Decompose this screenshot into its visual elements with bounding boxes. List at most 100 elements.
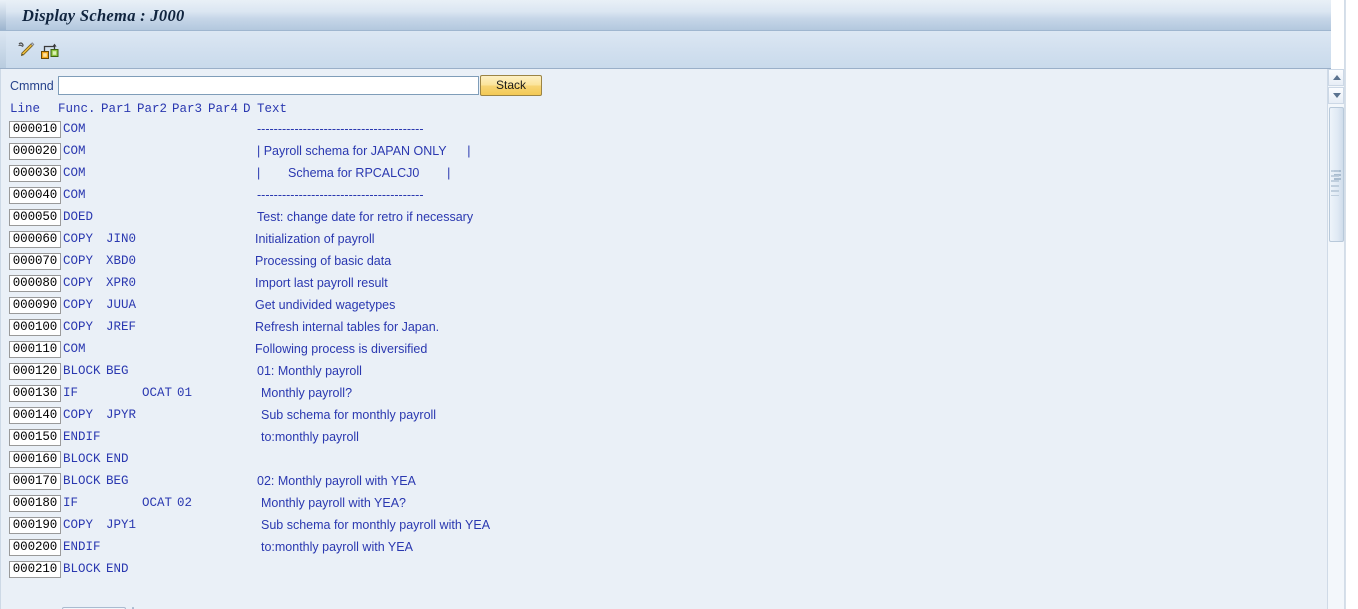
cell-text[interactable]: Sub schema for monthly payroll with YEA bbox=[261, 518, 490, 532]
line-number-cell[interactable]: 000110 bbox=[9, 341, 61, 358]
line-number-cell[interactable]: 000020 bbox=[9, 143, 61, 160]
table-row[interactable]: 000110 COM Following process is diversifie… bbox=[1, 339, 1321, 361]
table-row[interactable]: 000180 IF OCAT 02 Monthly payroll with YEA? bbox=[1, 493, 1321, 515]
cell-text[interactable]: Sub schema for monthly payroll bbox=[261, 408, 436, 422]
cell-text[interactable]: Following process is diversified bbox=[255, 342, 427, 356]
cell-func[interactable]: ENDIF bbox=[63, 540, 101, 554]
scroll-up-arrow-icon[interactable] bbox=[1328, 69, 1344, 86]
cell-par1[interactable]: JPYR bbox=[106, 408, 136, 422]
cell-par1[interactable]: XBD0 bbox=[106, 254, 136, 268]
line-number-cell[interactable]: 000030 bbox=[9, 165, 61, 182]
schema-structure-icon[interactable] bbox=[39, 39, 61, 61]
cell-text[interactable]: | Payroll schema for JAPAN ONLY | bbox=[257, 144, 471, 158]
cell-func[interactable]: COPY bbox=[63, 232, 93, 246]
cell-text[interactable]: to:monthly payroll with YEA bbox=[261, 540, 413, 554]
line-number-cell[interactable]: 000180 bbox=[9, 495, 61, 512]
line-number-cell[interactable]: 000170 bbox=[9, 473, 61, 490]
cell-par1[interactable]: JPY1 bbox=[106, 518, 136, 532]
cell-par1[interactable]: END bbox=[106, 562, 129, 576]
cell-func[interactable]: COM bbox=[63, 144, 86, 158]
cell-par3[interactable]: 02 bbox=[177, 496, 192, 510]
table-row[interactable]: 000130 IF OCAT 01 Monthly payroll? bbox=[1, 383, 1321, 405]
line-number-cell[interactable]: 000060 bbox=[9, 231, 61, 248]
cell-func[interactable]: COM bbox=[63, 122, 86, 136]
cell-text[interactable]: Processing of basic data bbox=[255, 254, 391, 268]
table-row[interactable]: 000200 ENDIF to:monthly payroll with YEA bbox=[1, 537, 1321, 559]
table-row[interactable]: 000030 COM | Schema for RPCALCJ0 | bbox=[1, 163, 1321, 185]
cell-text[interactable]: Monthly payroll? bbox=[261, 386, 352, 400]
cell-func[interactable]: COPY bbox=[63, 518, 93, 532]
cell-func[interactable]: COPY bbox=[63, 254, 93, 268]
cell-text[interactable]: Monthly payroll with YEA? bbox=[261, 496, 406, 510]
scroll-down-arrow-icon[interactable] bbox=[1328, 87, 1344, 104]
cell-par1[interactable]: JREF bbox=[106, 320, 136, 334]
vertical-scrollbar[interactable] bbox=[1327, 69, 1344, 609]
table-row[interactable]: 000160 BLOCK END bbox=[1, 449, 1321, 471]
cell-func[interactable]: BLOCK bbox=[63, 562, 101, 576]
cell-text[interactable]: to:monthly payroll bbox=[261, 430, 359, 444]
cell-text[interactable]: Get undivided wagetypes bbox=[255, 298, 395, 312]
cell-par1[interactable]: JIN0 bbox=[106, 232, 136, 246]
table-row[interactable]: 000210 BLOCK END bbox=[1, 559, 1321, 581]
cell-func[interactable]: BLOCK bbox=[63, 364, 101, 378]
stack-button[interactable]: Stack bbox=[480, 75, 542, 96]
cell-text[interactable]: Import last payroll result bbox=[255, 276, 388, 290]
line-number-cell[interactable]: 000200 bbox=[9, 539, 61, 556]
cell-func[interactable]: DOED bbox=[63, 210, 93, 224]
cell-func[interactable]: IF bbox=[63, 386, 78, 400]
cell-text[interactable]: ---------------------------------------- bbox=[257, 122, 424, 136]
line-number-cell[interactable]: 000050 bbox=[9, 209, 61, 226]
table-row[interactable]: 000080 COPY XPR0 Import last payroll result bbox=[1, 273, 1321, 295]
cell-text[interactable]: | Schema for RPCALCJ0 | bbox=[257, 166, 450, 180]
table-row[interactable]: 000020 COM | Payroll schema for JAPAN ONLY… bbox=[1, 141, 1321, 163]
cell-text[interactable]: Refresh internal tables for Japan. bbox=[255, 320, 439, 334]
cell-text[interactable]: Test: change date for retro if necessary bbox=[257, 210, 473, 224]
table-row[interactable]: 000100 COPY JREF Refresh internal tables fo… bbox=[1, 317, 1321, 339]
table-row[interactable]: 000060 COPY JIN0 Initialization of payroll bbox=[1, 229, 1321, 251]
table-row[interactable]: 000120 BLOCK BEG 01: Monthly payroll bbox=[1, 361, 1321, 383]
splitter-grip-icon[interactable] bbox=[1331, 170, 1339, 196]
cell-par1[interactable]: BEG bbox=[106, 474, 129, 488]
cell-func[interactable]: COM bbox=[63, 188, 86, 202]
table-row[interactable]: 000050 DOED Test: change date for retro if… bbox=[1, 207, 1321, 229]
cell-func[interactable]: BLOCK bbox=[63, 474, 101, 488]
cell-func[interactable]: COPY bbox=[63, 276, 93, 290]
cell-par1[interactable]: BEG bbox=[106, 364, 129, 378]
line-number-cell[interactable]: 000010 bbox=[9, 121, 61, 138]
cell-func[interactable]: BLOCK bbox=[63, 452, 101, 466]
cell-par3[interactable]: 01 bbox=[177, 386, 192, 400]
line-number-cell[interactable]: 000130 bbox=[9, 385, 61, 402]
cell-par1[interactable]: JUUA bbox=[106, 298, 136, 312]
cell-par1[interactable]: XPR0 bbox=[106, 276, 136, 290]
line-number-cell[interactable]: 000090 bbox=[9, 297, 61, 314]
table-row[interactable]: 000070 COPY XBD0 Processing of basic data bbox=[1, 251, 1321, 273]
line-number-cell[interactable]: 000040 bbox=[9, 187, 61, 204]
cell-func[interactable]: IF bbox=[63, 496, 78, 510]
table-row[interactable]: 000140 COPY JPYR Sub schema for monthly pay… bbox=[1, 405, 1321, 427]
line-number-cell[interactable]: 000210 bbox=[9, 561, 61, 578]
line-number-cell[interactable]: 000080 bbox=[9, 275, 61, 292]
table-row[interactable]: 000010 COM -------------------------------… bbox=[1, 119, 1321, 141]
table-row[interactable]: 000150 ENDIF to:monthly payroll bbox=[1, 427, 1321, 449]
cell-text[interactable]: ---------------------------------------- bbox=[257, 188, 424, 202]
cell-func[interactable]: COPY bbox=[63, 320, 93, 334]
line-number-cell[interactable]: 000100 bbox=[9, 319, 61, 336]
table-row[interactable]: 000170 BLOCK BEG 02: Monthly payroll with Y… bbox=[1, 471, 1321, 493]
cell-par2[interactable]: OCAT bbox=[142, 386, 172, 400]
cell-text[interactable]: Initialization of payroll bbox=[255, 232, 375, 246]
line-number-cell[interactable]: 000150 bbox=[9, 429, 61, 446]
line-number-cell[interactable]: 000140 bbox=[9, 407, 61, 424]
table-row[interactable]: 000190 COPY JPY1 Sub schema for monthly pay… bbox=[1, 515, 1321, 537]
table-row[interactable]: 000040 COM -------------------------------… bbox=[1, 185, 1321, 207]
cell-func[interactable]: COM bbox=[63, 342, 86, 356]
cell-text[interactable]: 01: Monthly payroll bbox=[257, 364, 362, 378]
line-number-cell[interactable]: 000190 bbox=[9, 517, 61, 534]
command-input[interactable] bbox=[58, 76, 479, 95]
cell-func[interactable]: COM bbox=[63, 166, 86, 180]
table-row[interactable]: 000090 COPY JUUA Get undivided wagetypes bbox=[1, 295, 1321, 317]
edit-schema-icon[interactable] bbox=[15, 39, 37, 61]
cell-text[interactable]: 02: Monthly payroll with YEA bbox=[257, 474, 416, 488]
line-number-cell[interactable]: 000070 bbox=[9, 253, 61, 270]
cell-func[interactable]: ENDIF bbox=[63, 430, 101, 444]
cell-par2[interactable]: OCAT bbox=[142, 496, 172, 510]
